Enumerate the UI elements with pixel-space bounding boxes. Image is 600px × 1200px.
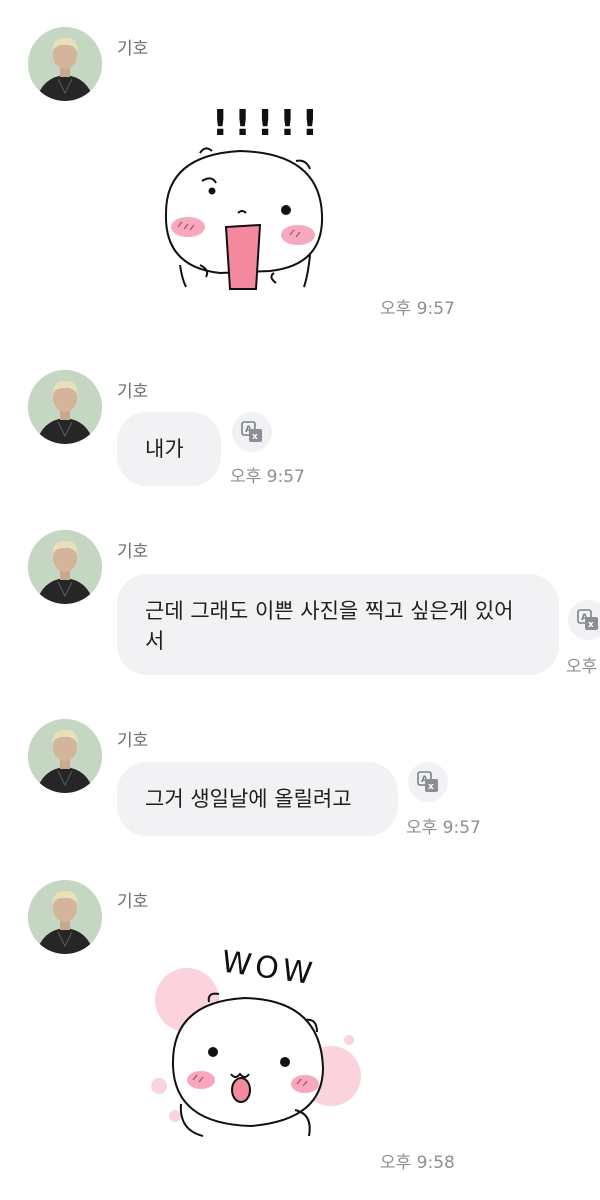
message-text: 근데 그래도 이쁜 사진을 찍고 싶은게 있어 — [145, 599, 514, 623]
svg-text:x: x — [252, 432, 258, 442]
message-time: 오후 9:58 — [380, 1153, 455, 1173]
sticker-image: WOW — [151, 944, 361, 1137]
chat-message-list: 기호 !!!!! 오후 9:57 기호 내가 A x 오후 9:57 기호 근데… — [0, 0, 600, 1200]
message-bubble[interactable]: 근데 그래도 이쁜 사진을 찍고 싶은게 있어 서 — [117, 574, 559, 675]
sender-avatar[interactable] — [28, 880, 102, 954]
translate-icon: A x — [417, 771, 438, 792]
translate-icon: A x — [577, 609, 598, 630]
sticker-image: !!!!! — [164, 103, 324, 290]
sender-avatar[interactable] — [28, 370, 102, 444]
message-time: 오후 — [566, 657, 598, 677]
profile-photo — [28, 370, 102, 444]
profile-photo — [28, 880, 102, 954]
sender-name: 기호 — [117, 39, 149, 59]
message-time: 오후 9:57 — [230, 467, 305, 487]
translate-button[interactable]: A x — [232, 412, 272, 452]
sticker-caption: WOW — [219, 944, 318, 992]
sender-avatar[interactable] — [28, 27, 102, 101]
message-time: 오후 9:57 — [380, 299, 455, 319]
translate-button[interactable]: A x — [568, 600, 600, 640]
sender-name: 기호 — [117, 542, 149, 562]
svg-text:x: x — [588, 620, 594, 630]
sender-avatar[interactable] — [28, 530, 102, 604]
message-text-line-2: 서 — [145, 629, 165, 653]
translate-icon: A x — [241, 421, 262, 442]
message-time: 오후 9:57 — [406, 818, 481, 838]
svg-text:x: x — [428, 782, 434, 792]
sticker-caption: !!!!! — [212, 103, 324, 144]
message-bubble[interactable]: 그거 생일날에 올릴려고 — [117, 762, 398, 836]
translate-button[interactable]: A x — [408, 762, 448, 802]
message-bubble[interactable]: 내가 — [117, 412, 221, 486]
sender-avatar[interactable] — [28, 719, 102, 793]
wow-hamster-sticker[interactable]: WOW — [145, 940, 370, 1140]
sender-name: 기호 — [117, 892, 149, 912]
sender-name: 기호 — [117, 731, 149, 751]
message-text: 그거 생일날에 올릴려고 — [145, 787, 352, 811]
profile-photo — [28, 27, 102, 101]
surprised-hamster-sticker[interactable]: !!!!! — [160, 95, 330, 295]
profile-photo — [28, 530, 102, 604]
profile-photo — [28, 719, 102, 793]
sender-name: 기호 — [117, 382, 149, 402]
message-text: 내가 — [145, 437, 184, 461]
